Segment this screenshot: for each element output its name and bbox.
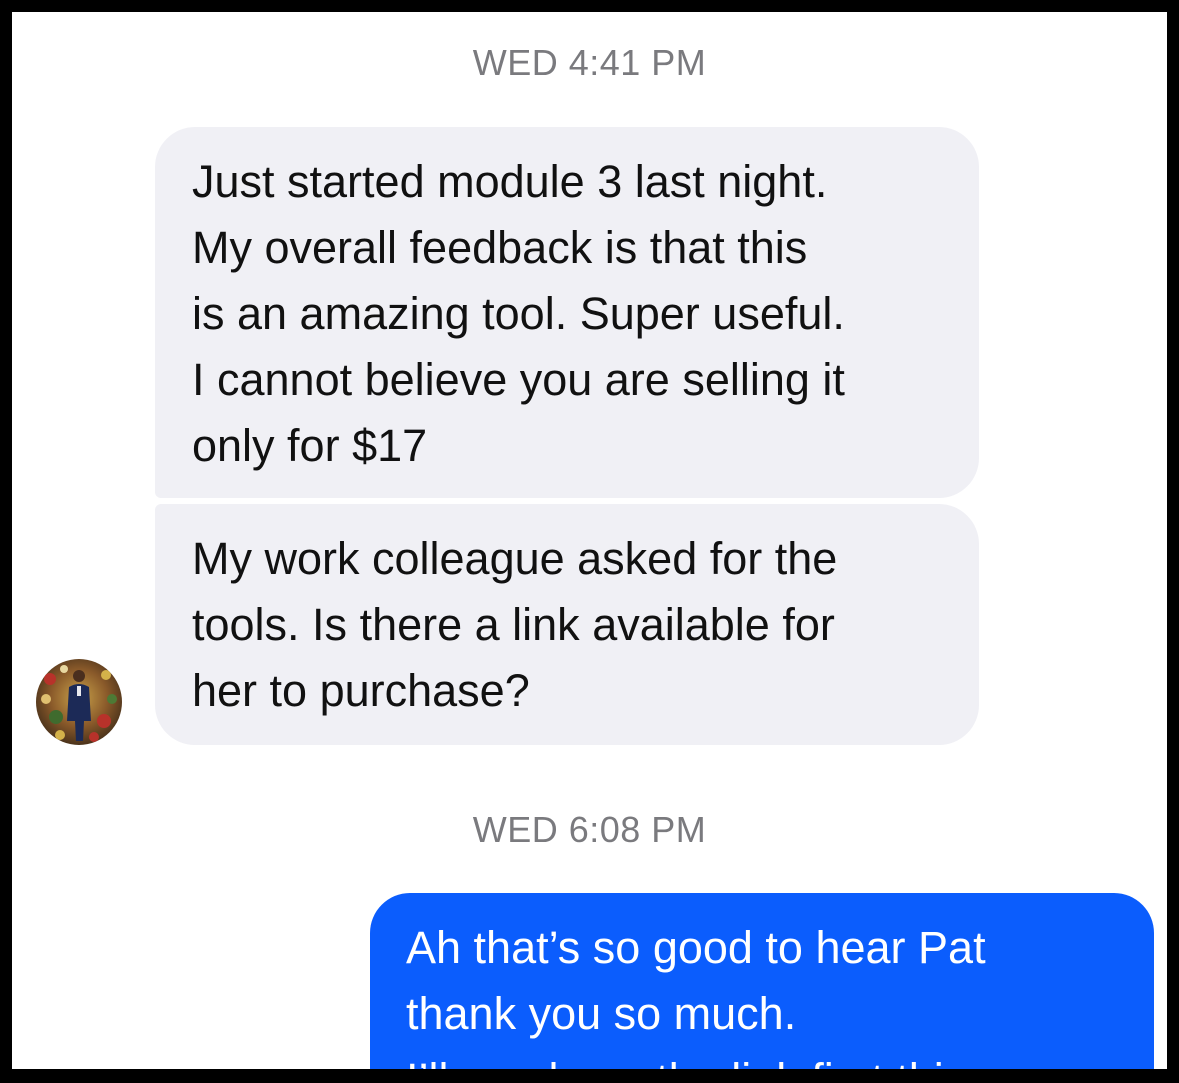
message-line: is an amazing tool. Super useful. [192,288,845,339]
message-line: My work colleague asked for the [192,533,838,584]
message-line: her to purchase? [192,665,530,716]
message-line: I’ll send you the link first thing [406,1047,1120,1069]
incoming-message-bubble[interactable]: Just started module 3 last night. My ove… [155,127,979,498]
outgoing-message-bubble[interactable]: Ah that’s so good to hear Pat thank you … [370,893,1154,1069]
message-line: Ah that’s so good to hear Pat [406,922,986,973]
incoming-message-bubble[interactable]: My work colleague asked for the tools. I… [155,504,979,745]
message-line: only for $17 [192,420,428,471]
message-line: My overall feedback is that this [192,222,808,273]
message-line: Just started module 3 last night. [192,156,828,207]
timestamp-divider: WED 6:08 PM [472,809,707,850]
contact-avatar-photo [36,659,122,745]
message-line: I cannot believe you are selling it [192,354,845,405]
chat-window: WED 4:41 PM Just started module 3 last n… [12,12,1167,1069]
message-line: thank you so much. [406,988,797,1039]
message-line: tools. Is there a link available for [192,599,835,650]
contact-avatar[interactable] [36,659,122,745]
timestamp-divider: WED 4:41 PM [472,42,707,83]
